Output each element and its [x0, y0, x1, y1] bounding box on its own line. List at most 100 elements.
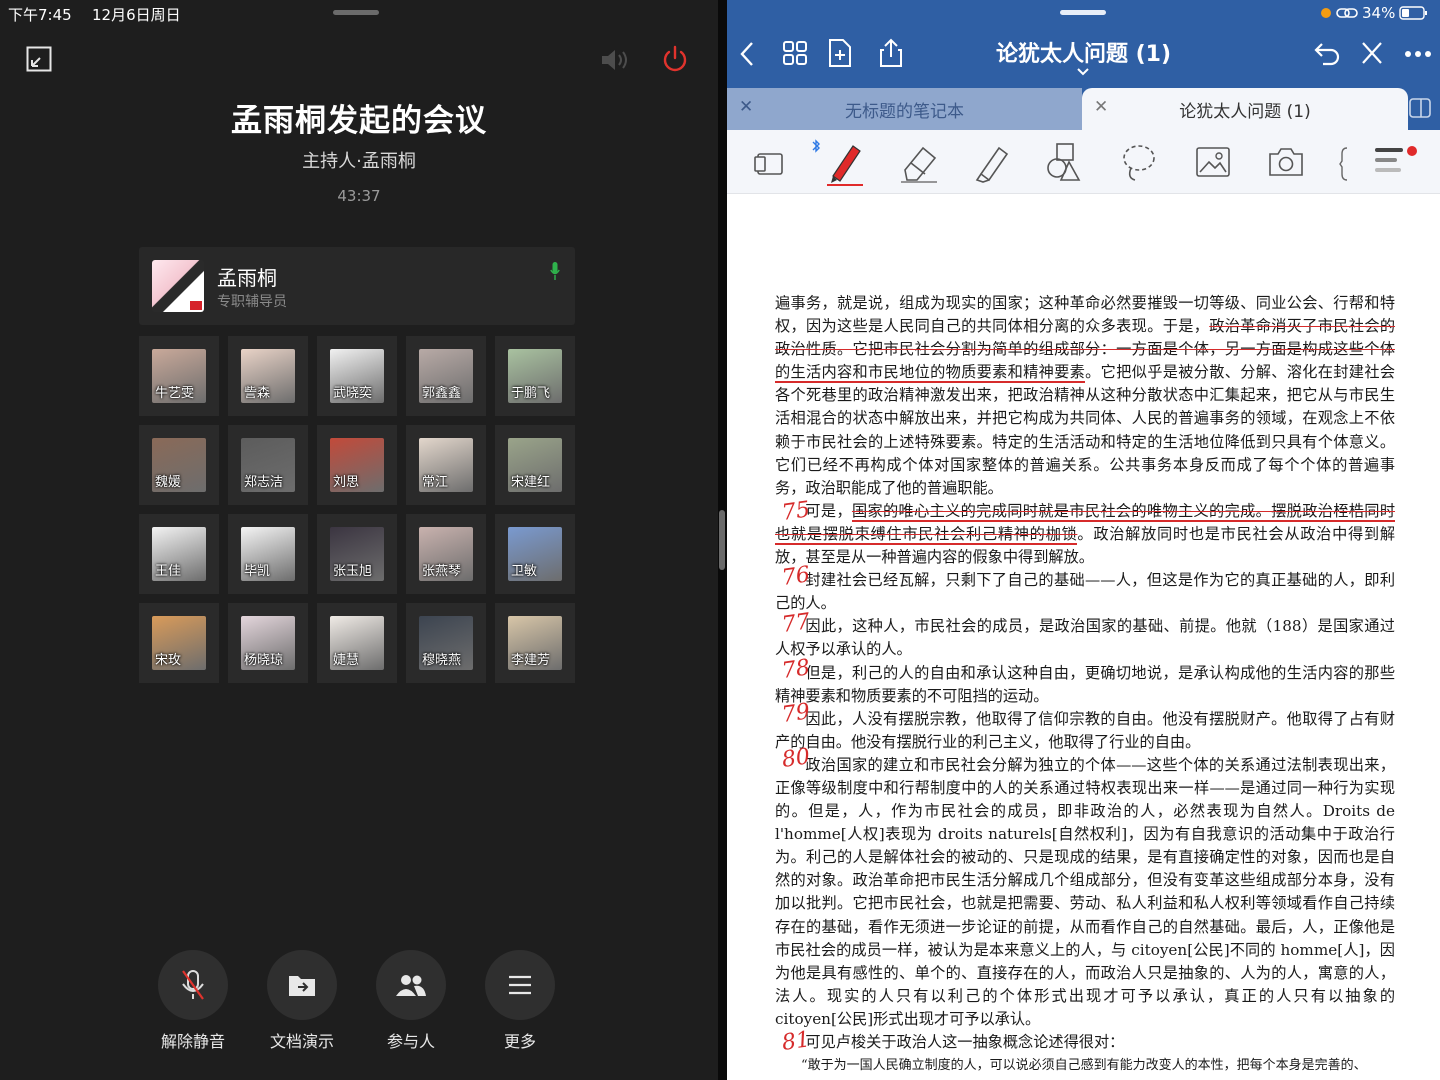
close-tab-icon[interactable]: ✕ [739, 97, 753, 117]
text-brace-icon[interactable] [1339, 146, 1349, 182]
control-share-folder[interactable]: 文档演示 [267, 950, 337, 1052]
host-avatar [152, 260, 204, 312]
participant-name: 张燕琴 [422, 564, 462, 579]
tab-untitled-notebook[interactable]: ✕ 无标题的笔记本 [727, 88, 1082, 130]
participant-name: 毕凯 [244, 564, 271, 579]
participant-tile[interactable]: 魏媛 [139, 425, 219, 505]
bluetooth-icon [812, 139, 820, 153]
participant-tile[interactable]: 毕凯 [228, 514, 308, 594]
page-layout-icon[interactable] [753, 148, 787, 178]
participant-name: 宋建红 [511, 475, 551, 490]
collapse-toolbar-icon[interactable] [1360, 40, 1384, 66]
meeting-duration: 43:37 [337, 187, 381, 205]
participant-name: 李建芳 [511, 653, 551, 668]
participant-tile[interactable]: 宋玫 [139, 603, 219, 683]
multitask-handle[interactable] [333, 10, 379, 15]
undo-icon[interactable] [1313, 40, 1341, 66]
tab-current-document[interactable]: ✕ 论犹太人问题 (1) [1082, 88, 1408, 130]
control-label: 文档演示 [269, 1032, 334, 1051]
participant-name: 訾森 [244, 386, 271, 401]
participant-name: 穆晓燕 [422, 653, 462, 668]
notes-pane: 34% 论犹太人问题 (1) ✕ 无标题的笔记本 ✕ 论犹太人问题 (1) 遍事… [727, 0, 1440, 1080]
participant-name: 武晓奕 [333, 386, 373, 401]
participant-name: 宋玫 [155, 653, 182, 668]
participant-name: 牛艺雯 [155, 386, 195, 401]
doc-paragraph: 政治国家的建立和市民社会分解为独立的个体——这些个体的关系通过法制表现出来，正像… [775, 755, 1395, 1028]
control-menu[interactable]: 更多 [485, 950, 555, 1052]
participant-name: 杨晓琼 [244, 653, 284, 668]
doc-paragraph: 可是，国家的唯心主义的完成同时就是市民社会的唯物主义的完成。摆脱政治桎梏同时也就… [775, 501, 1396, 567]
speaker-icon[interactable] [600, 48, 632, 72]
participant-tile[interactable]: 于鹏飞 [495, 336, 575, 416]
status-date: 12月6日周日 [92, 6, 181, 24]
split-view-icon[interactable] [1409, 98, 1431, 118]
tab-label: 论犹太人问题 (1) [1179, 101, 1311, 122]
minimize-icon[interactable] [26, 46, 52, 72]
end-meeting-power-icon[interactable] [661, 45, 689, 73]
more-options-icon[interactable] [1404, 50, 1432, 58]
control-mic-muted[interactable]: 解除静音 [158, 950, 228, 1052]
document-page[interactable]: 遍事务，就是说，组成为现实的国家；这种革命必然要摧毁一切等级、同业公会、行帮和特… [775, 292, 1396, 1077]
meeting-title: 孟雨桐发起的会议 [231, 103, 487, 139]
participant-tile[interactable]: 武晓奕 [317, 336, 397, 416]
share-folder-icon[interactable] [267, 950, 337, 1020]
link-icon [1336, 8, 1358, 18]
chevron-down-icon[interactable] [1077, 68, 1089, 76]
participant-tile[interactable]: 婕慧 [317, 603, 397, 683]
participant-tile[interactable]: 常江 [406, 425, 486, 505]
participant-tile[interactable]: 郑志洁 [228, 425, 308, 505]
participant-tile[interactable]: 王佳 [139, 514, 219, 594]
participant-tile[interactable]: 张燕琴 [406, 514, 486, 594]
menu-icon[interactable] [485, 950, 555, 1020]
eraser-icon[interactable] [897, 142, 941, 184]
meeting-host-line: 主持人·孟雨桐 [302, 151, 416, 172]
participant-name: 卫敏 [511, 564, 538, 579]
participant-name: 张玉旭 [333, 564, 373, 579]
doc-paragraph: 遍事务，就是说，组成为现实的国家；这种革命必然要摧毁一切等级、同业公会、行帮和特… [775, 294, 1396, 497]
participant-tile[interactable]: 刘思 [317, 425, 397, 505]
more-tools-icon[interactable] [1375, 146, 1417, 172]
people-icon[interactable] [376, 950, 446, 1020]
drawing-toolbar [727, 130, 1440, 194]
image-icon[interactable] [1195, 144, 1231, 180]
highlighter-icon[interactable] [971, 140, 1015, 184]
meeting-pane: 下午7:45 12月6日周日 孟雨桐发起的会议 主持人·孟雨桐 43:37 孟雨… [0, 0, 718, 1080]
split-divider[interactable] [718, 0, 727, 1080]
doc-paragraph: 因此，这种人，市民社会的成员，是政治国家的基础、前提。他就（188）是国家通过人… [775, 617, 1395, 659]
divider-grip[interactable] [719, 510, 725, 570]
mic-muted-icon[interactable] [158, 950, 228, 1020]
participant-name: 于鹏飞 [511, 386, 551, 401]
participant-tile[interactable]: 李建芳 [495, 603, 575, 683]
participant-name: 常江 [422, 475, 449, 490]
participant-tile[interactable]: 訾森 [228, 336, 308, 416]
host-name: 孟雨桐 [217, 266, 277, 290]
participant-name: 魏媛 [155, 475, 182, 490]
doc-paragraph: 可见卢梭关于政治人这一抽象概念论述得很对： [805, 1033, 1125, 1051]
pen-icon[interactable] [823, 138, 867, 186]
participant-name: 婕慧 [333, 653, 360, 668]
participant-tile[interactable]: 宋建红 [495, 425, 575, 505]
status-time: 下午7:45 [8, 6, 72, 24]
participant-tile[interactable]: 杨晓琼 [228, 603, 308, 683]
lasso-icon[interactable] [1119, 142, 1159, 184]
control-label: 解除静音 [160, 1032, 225, 1051]
participant-tile[interactable]: 穆晓燕 [406, 603, 486, 683]
participant-name: 郭鑫鑫 [422, 386, 462, 401]
multitask-handle-right[interactable] [1060, 10, 1106, 15]
close-tab-icon[interactable]: ✕ [1094, 97, 1108, 117]
shapes-icon[interactable] [1045, 140, 1085, 184]
participant-tile[interactable]: 张玉旭 [317, 514, 397, 594]
participant-name: 郑志洁 [244, 475, 284, 490]
host-card[interactable]: 孟雨桐 专职辅导员 [139, 247, 575, 325]
participant-tile[interactable]: 卫敏 [495, 514, 575, 594]
participant-tile[interactable]: 牛艺雯 [139, 336, 219, 416]
doc-paragraph: 但是，利己的人的自由和承认这种自由，更确切地说，是承认构成他的生活内容的那些精神… [775, 663, 1395, 705]
participant-tile[interactable]: 郭鑫鑫 [406, 336, 486, 416]
host-role: 专职辅导员 [217, 294, 287, 310]
control-people[interactable]: 参与人 [376, 950, 446, 1052]
tab-label: 无标题的笔记本 [845, 101, 964, 122]
participant-name: 王佳 [155, 564, 182, 579]
camera-icon[interactable] [1267, 144, 1305, 180]
participant-name: 刘思 [333, 475, 360, 490]
tab-bar: ✕ 无标题的笔记本 ✕ 论犹太人问题 (1) [727, 88, 1440, 130]
